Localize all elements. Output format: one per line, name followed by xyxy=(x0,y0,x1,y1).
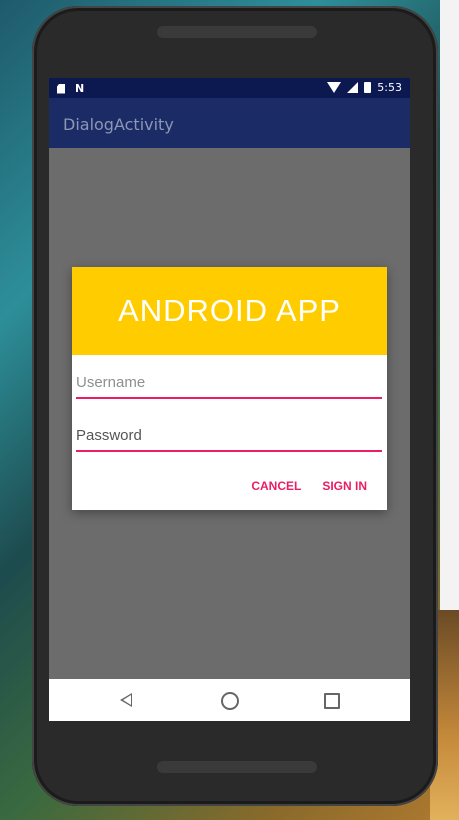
sd-card-icon xyxy=(57,83,65,94)
dialog-header: ANDROID APP xyxy=(72,267,387,355)
desktop-background-panel xyxy=(440,0,459,610)
login-dialog: ANDROID APP CANCEL SIGN IN xyxy=(72,267,387,510)
sign-in-button[interactable]: SIGN IN xyxy=(322,479,367,493)
top-speaker xyxy=(157,26,317,38)
cancel-button[interactable]: CANCEL xyxy=(251,479,301,493)
dialog-actions: CANCEL SIGN IN xyxy=(251,479,367,493)
status-right-icons: 5:53 xyxy=(327,81,402,94)
app-bar: DialogActivity xyxy=(49,98,410,148)
status-time: 5:53 xyxy=(377,81,402,94)
bottom-speaker xyxy=(157,761,317,773)
home-icon[interactable] xyxy=(221,692,239,710)
dialog-title: ANDROID APP xyxy=(118,293,341,328)
recents-icon[interactable] xyxy=(324,693,340,709)
signal-icon xyxy=(347,82,359,93)
status-bar: N 5:53 xyxy=(49,78,410,98)
battery-icon xyxy=(364,82,372,93)
app-title: DialogActivity xyxy=(63,115,174,134)
navigation-bar xyxy=(49,679,410,721)
wifi-icon xyxy=(327,82,342,93)
back-icon[interactable] xyxy=(120,693,132,707)
password-input[interactable] xyxy=(76,420,382,452)
notification-n-icon: N xyxy=(75,82,85,95)
username-input[interactable] xyxy=(76,367,382,399)
phone-screen: N 5:53 DialogActivity ANDROID APP CANCEL… xyxy=(49,78,410,721)
status-left-icons: N xyxy=(57,82,84,95)
